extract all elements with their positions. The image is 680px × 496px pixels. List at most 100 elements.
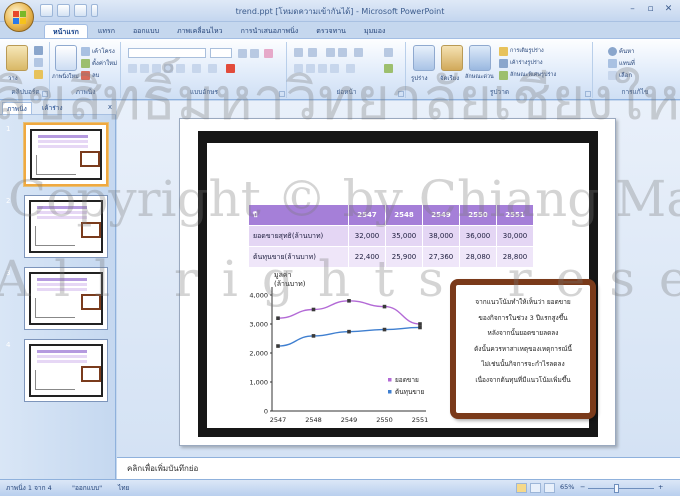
group-font: แบบอักษร (122, 42, 287, 98)
table-row: ต้นทุนขาย(ล้านบาท) 22,400 25,900 27,360 … (248, 246, 534, 268)
shape-outline-button[interactable]: เค้าร่างรูปร่าง (499, 58, 543, 68)
data-table[interactable]: ปี 2547 2548 2549 2550 2551 ยอดขายสุทธิ(… (248, 204, 534, 268)
cut-icon[interactable] (34, 46, 43, 55)
slide-canvas[interactable]: ปี 2547 2548 2549 2550 2551 ยอดขายสุทธิ(… (179, 118, 616, 446)
thumb-number: 3 (6, 269, 11, 277)
drawing-dialog-launcher-icon[interactable] (585, 91, 591, 97)
grow-font-icon[interactable] (238, 49, 247, 58)
slide-thumbnail-2[interactable] (24, 195, 108, 258)
copy-icon[interactable] (34, 58, 43, 67)
tab-design[interactable]: ออกแบบ (125, 24, 167, 38)
shape-fill-button[interactable]: การเติมรูปร่าง (499, 46, 544, 56)
group-paragraph: ย่อหน้า (288, 42, 406, 98)
align-left-icon[interactable] (294, 64, 303, 73)
font-color-icon[interactable] (226, 64, 235, 73)
editing-group-label: การแก้ไข (621, 88, 649, 96)
paste-button-label[interactable]: วาง (8, 73, 18, 83)
columns-icon[interactable] (346, 64, 355, 73)
font-dialog-launcher-icon[interactable] (279, 91, 285, 97)
slide-thumbnail-4[interactable] (24, 339, 108, 402)
tab-outline-pane[interactable]: เค้าร่าง (38, 102, 67, 114)
arrange-icon[interactable] (441, 45, 463, 71)
font-size-combo[interactable] (210, 48, 232, 58)
group-clipboard: วาง คลิปบอร์ด (2, 42, 50, 98)
replace-button[interactable]: แทนที่ (608, 58, 635, 68)
shrink-font-icon[interactable] (250, 49, 259, 58)
layout-button[interactable]: เค้าโครง (81, 46, 115, 56)
change-case-icon[interactable] (208, 64, 217, 73)
table-cell: 28,800 (496, 246, 534, 268)
office-button[interactable] (4, 2, 34, 32)
strikethrough-icon[interactable] (164, 64, 173, 73)
notes-pane[interactable]: คลิกเพื่อเพิ่มบันทึกย่อ (117, 457, 680, 479)
shadow-icon[interactable] (176, 64, 185, 73)
paste-icon[interactable] (6, 45, 28, 71)
new-slide-icon[interactable] (55, 45, 77, 71)
zoom-out-icon[interactable]: − (580, 483, 585, 491)
zoom-slider-track[interactable] (588, 488, 654, 489)
slide-show-view-icon[interactable] (544, 483, 555, 493)
tab-slide-show[interactable]: การนำเสนอภาพนิ่ง (233, 24, 307, 38)
reset-button[interactable]: ตั้งค่าใหม่ (81, 58, 117, 68)
language-status[interactable]: ไทย (118, 483, 129, 493)
callout-line: ของกิจการในช่วง 3 ปีแรกสูงขึ้น (478, 313, 568, 322)
drawing-group-label: รูปวาด (489, 88, 510, 96)
align-right-icon[interactable] (318, 64, 327, 73)
clear-formatting-icon[interactable] (264, 49, 273, 58)
tab-home[interactable]: หน้าแรก (44, 24, 88, 38)
delete-slide-button[interactable]: ลบ (81, 70, 100, 80)
zoom-level[interactable]: 65% (560, 483, 574, 491)
numbering-icon[interactable] (308, 48, 317, 57)
tab-review[interactable]: ตรวจทาน (308, 24, 354, 38)
line-spacing-icon[interactable] (354, 48, 363, 57)
zoom-in-icon[interactable]: + (658, 483, 663, 491)
maximize-button[interactable]: ▫ (643, 3, 658, 16)
underline-icon[interactable] (152, 64, 161, 73)
align-center-icon[interactable] (306, 64, 315, 73)
slide-sorter-view-icon[interactable] (530, 483, 541, 493)
tab-animations[interactable]: ภาพเคลื่อนไหว (169, 24, 231, 38)
table-cell: 27,360 (422, 246, 460, 268)
font-name-combo[interactable] (128, 48, 206, 58)
quick-styles-button-label[interactable]: ลักษณะด่วน (465, 73, 494, 81)
clipboard-dialog-launcher-icon[interactable] (42, 91, 48, 97)
decrease-indent-icon[interactable] (326, 48, 335, 57)
pane-close-icon[interactable]: x (108, 103, 112, 111)
bold-icon[interactable] (128, 64, 137, 73)
slide-thumbnail-1[interactable] (24, 123, 108, 186)
tab-view[interactable]: มุมมอง (356, 24, 393, 38)
tab-insert[interactable]: แทรก (90, 24, 123, 38)
new-slide-button-label[interactable]: ภาพนิ่งใหม่ (52, 73, 79, 81)
x-tick-label: 2551 (412, 416, 429, 424)
bullets-icon[interactable] (294, 48, 303, 57)
select-button[interactable]: เลือก (608, 70, 632, 80)
format-painter-icon[interactable] (34, 70, 43, 79)
normal-view-icon[interactable] (516, 483, 527, 493)
smartart-icon[interactable] (384, 64, 393, 73)
quick-styles-icon[interactable] (469, 45, 491, 71)
shapes-button-label[interactable]: รูปร่าง (411, 73, 428, 83)
paragraph-dialog-launcher-icon[interactable] (398, 91, 404, 97)
conclusion-callout[interactable]: จากแนวโน้มทำให้เห็นว่า ยอดขาย ของกิจการใ… (450, 279, 596, 419)
minimize-button[interactable]: – (625, 3, 640, 16)
delete-icon (81, 70, 90, 80)
slides-pane: ภาพนิ่ง เค้าร่าง x 1 2 3 4 (0, 101, 116, 479)
italic-icon[interactable] (140, 64, 149, 73)
y-axis-label: (ล้านบาท) (274, 280, 306, 288)
trend-line-chart[interactable]: มูลค่า(ล้านบาท) 0 1,000 2,000 3,000 4,000 2547… (236, 271, 446, 431)
close-button[interactable]: ✕ (661, 3, 676, 16)
table-header-cell: 2549 (422, 204, 460, 226)
arrange-button-label[interactable]: จัดเรียง (440, 73, 459, 83)
char-spacing-icon[interactable] (192, 64, 201, 73)
ribbon: วาง คลิปบอร์ด ภาพนิ่งใหม่ เค้าโครง ตั้งค… (0, 38, 680, 100)
shapes-icon[interactable] (413, 45, 435, 71)
text-direction-icon[interactable] (384, 48, 393, 57)
slide-thumbnail-3[interactable] (24, 267, 108, 330)
table-cell: ต้นทุนขาย(ล้านบาท) (248, 246, 349, 268)
tab-slides-pane[interactable]: ภาพนิ่ง (2, 102, 32, 114)
zoom-slider-thumb[interactable] (614, 484, 619, 493)
increase-indent-icon[interactable] (338, 48, 347, 57)
justify-icon[interactable] (330, 64, 339, 73)
find-button[interactable]: ค้นหา (608, 46, 634, 56)
shape-effects-button[interactable]: ลักษณะพิเศษรูปร่าง (499, 70, 556, 80)
